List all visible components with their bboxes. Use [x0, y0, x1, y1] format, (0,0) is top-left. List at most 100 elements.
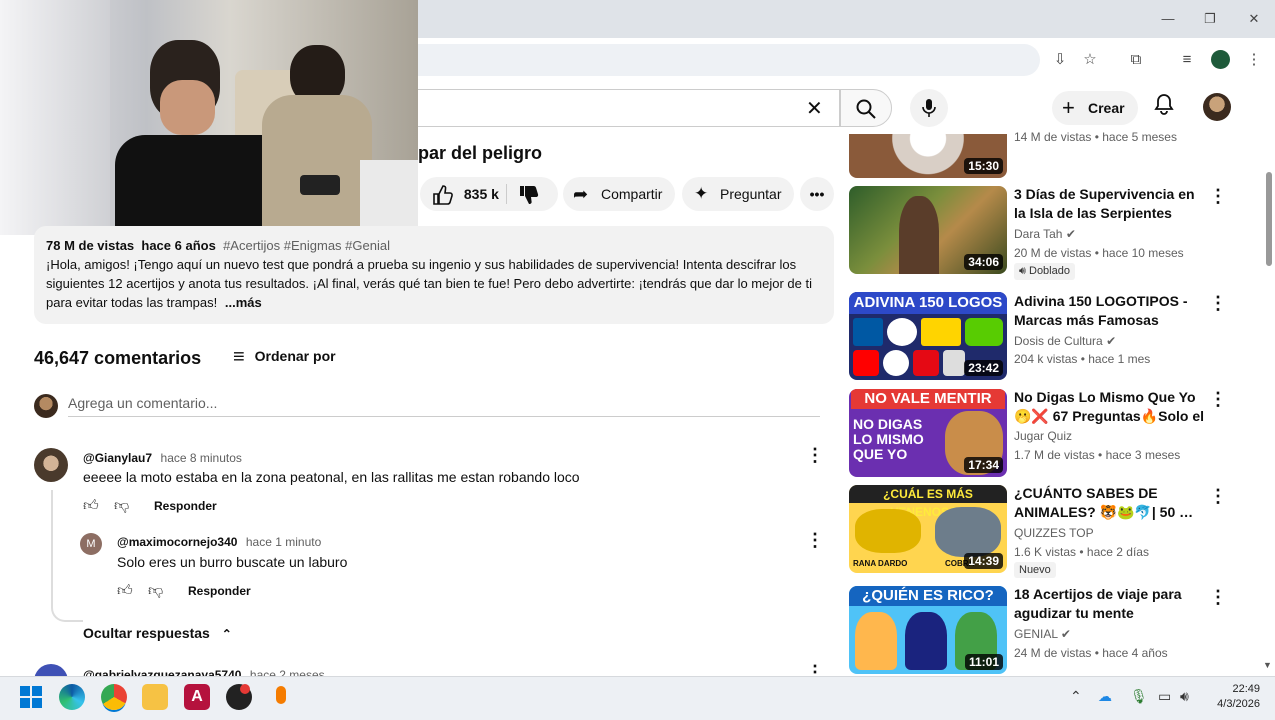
microphone-app-icon[interactable] — [268, 684, 294, 710]
related-thumbnail[interactable]: 15:30 — [849, 134, 1007, 178]
comment-author[interactable]: @Gianylau7 — [83, 451, 152, 465]
comment-menu-icon[interactable]: ⋮ — [805, 662, 825, 676]
related-menu-icon[interactable]: ⋮ — [1208, 389, 1228, 410]
related-thumbnail[interactable]: ¿QUIÉN ES RICO? 11:01 — [849, 586, 1007, 674]
related-thumbnail[interactable]: NO VALE MENTIR NO DIGAS LO MISMO QUE YO … — [849, 389, 1007, 477]
extensions-icon[interactable]: ⧉ — [1124, 48, 1148, 72]
related-thumbnail[interactable]: 34:06 — [849, 186, 1007, 274]
network-icon[interactable]: ▭ — [1158, 688, 1171, 705]
related-menu-icon[interactable]: ⋮ — [1208, 293, 1228, 314]
comment-header: @gabrielvazquezanaya5740 hace 2 meses — [83, 668, 325, 676]
file-explorer-icon[interactable] — [142, 684, 168, 710]
related-title[interactable]: No Digas Lo Mismo Que Yo 🫢❌ 67 Preguntas… — [1014, 388, 1204, 426]
close-icon[interactable]: ✕ — [1242, 8, 1266, 30]
scrollbar-thumb[interactable] — [1266, 172, 1272, 266]
video-duration: 11:01 — [964, 654, 1003, 670]
comment-header: @Gianylau7 hace 8 minutos — [83, 449, 242, 467]
minimize-icon[interactable]: — — [1156, 8, 1180, 30]
system-clock[interactable]: 22:49 4/3/2026 — [1200, 682, 1260, 712]
bookmark-star-icon[interactable]: ☆ — [1078, 48, 1102, 72]
app-a-icon[interactable]: A — [184, 684, 210, 710]
search-button[interactable] — [840, 89, 892, 127]
verified-icon: ✔ — [1065, 227, 1076, 241]
edge-icon[interactable] — [59, 684, 85, 710]
related-title[interactable]: 3 Días de Supervivencia en la Isla de la… — [1014, 185, 1204, 223]
notifications-bell-icon[interactable] — [1150, 93, 1178, 121]
video-title: par del peligro — [418, 143, 543, 163]
chrome-icon[interactable] — [101, 684, 127, 710]
view-count: 78 M de vistas — [46, 238, 135, 253]
voice-search-button[interactable] — [910, 89, 948, 127]
related-title[interactable]: 18 Acertijos de viaje para agudizar tu m… — [1014, 585, 1204, 623]
media-control-icon[interactable]: ≡ — [1175, 48, 1199, 72]
mic-tray-icon[interactable]: 🎙︎ — [1130, 688, 1148, 705]
show-hidden-icons-icon[interactable]: ⌃ — [1070, 688, 1082, 705]
related-title[interactable]: Adivina 150 LOGOTIPOS - Marcas más Famos… — [1014, 292, 1204, 330]
video-duration: 23:42 — [964, 360, 1003, 376]
scroll-down-arrow-icon[interactable]: ▼ — [1263, 660, 1272, 670]
notification-dot — [240, 684, 250, 694]
related-thumbnail[interactable]: ¿CUÁL ES MÁS VENENOSO? RANA DARDO COBRA … — [849, 485, 1007, 573]
like-button[interactable]: 835 k — [432, 177, 499, 211]
related-meta: 24 M de vistas • hace 4 años — [1014, 646, 1168, 660]
chevron-up-icon: ⌃ — [221, 627, 232, 641]
commenter-avatar[interactable] — [34, 448, 68, 482]
comment-dislike-icon[interactable]: 👎︎ — [114, 497, 129, 515]
related-meta: 20 M de vistas • hace 10 meses — [1014, 246, 1184, 260]
start-menu-icon[interactable] — [18, 684, 44, 710]
reply-text: Solo eres un burro buscate un laburo — [117, 554, 348, 570]
reply-like-icon[interactable]: 👍︎ — [117, 582, 133, 600]
browser-menu-icon[interactable]: ⋮ — [1242, 48, 1266, 72]
related-channel[interactable]: QUIZZES TOP — [1014, 526, 1094, 540]
restore-icon[interactable]: ❐ — [1198, 8, 1222, 30]
comment-like-icon[interactable]: 👍︎ — [83, 497, 99, 515]
clear-search-icon[interactable]: ✕ — [806, 96, 823, 121]
upload-age: hace 6 años — [141, 238, 216, 253]
reply-button[interactable]: Responder — [154, 499, 217, 513]
verified-icon: ✔ — [1106, 334, 1117, 348]
hide-replies-button[interactable]: Ocultar respuestas ⌃ — [83, 625, 232, 641]
search-icon — [856, 99, 876, 119]
related-channel[interactable]: Dosis de Cultura ✔ — [1014, 334, 1116, 348]
related-title[interactable]: ¿CUÁNTO SABES DE ANIMALES? 🐯🐸🐬| 50 … — [1014, 484, 1204, 522]
sort-comments-button[interactable]: ≡ Ordenar por — [233, 346, 336, 367]
account-avatar[interactable] — [1203, 93, 1231, 121]
related-menu-icon[interactable]: ⋮ — [1208, 587, 1228, 608]
new-badge: Nuevo — [1014, 562, 1056, 578]
comment-time[interactable]: hace 8 minutos — [161, 451, 242, 465]
ask-button[interactable]: ✦ Preguntar — [682, 177, 794, 211]
related-meta: 14 M de vistas • hace 5 meses — [1014, 130, 1177, 144]
thumbs-up-icon — [433, 185, 453, 206]
reply-avatar[interactable]: M — [80, 533, 102, 555]
related-thumbnail[interactable]: ADIVINA 150 LOGOS 23:42 — [849, 292, 1007, 380]
related-menu-icon[interactable]: ⋮ — [1208, 186, 1228, 207]
microphone-icon — [922, 98, 936, 117]
related-channel[interactable]: GENIAL ✔ — [1014, 627, 1071, 641]
create-button[interactable]: + Crear — [1052, 91, 1138, 125]
hashtags[interactable]: #Acertijos #Enigmas #Genial — [223, 238, 390, 253]
video-duration: 15:30 — [964, 158, 1003, 174]
share-button[interactable]: ➦ Compartir — [563, 177, 675, 211]
add-comment-input[interactable]: Agrega un comentario... — [68, 395, 820, 417]
like-dislike-pill: 835 k — [420, 177, 558, 211]
sparkle-icon: ✦ — [694, 184, 709, 203]
related-menu-icon[interactable]: ⋮ — [1208, 486, 1228, 507]
video-description[interactable]: 78 M de vistas hace 6 años #Acertijos #E… — [34, 226, 834, 324]
install-app-icon[interactable]: ⇩ — [1048, 48, 1072, 72]
profile-avatar[interactable] — [1211, 50, 1230, 69]
onedrive-icon[interactable]: ☁ — [1098, 688, 1112, 705]
video-duration: 34:06 — [964, 254, 1003, 270]
related-channel[interactable]: Dara Tah ✔ — [1014, 227, 1076, 241]
reply-author[interactable]: @maximocornejo340 — [117, 535, 237, 549]
video-duration: 17:34 — [964, 457, 1003, 473]
reply-reply-button[interactable]: Responder — [188, 584, 251, 598]
reply-time[interactable]: hace 1 minuto — [246, 535, 321, 549]
dislike-button[interactable] — [518, 177, 540, 211]
volume-icon[interactable]: 🔊︎ — [1180, 688, 1189, 705]
more-actions-button[interactable]: ••• — [800, 177, 834, 211]
related-channel[interactable]: Jugar Quiz — [1014, 429, 1072, 443]
reply-dislike-icon[interactable]: 👎︎ — [148, 582, 163, 600]
show-more-link[interactable]: ...más — [225, 295, 262, 310]
reply-menu-icon[interactable]: ⋮ — [805, 530, 825, 551]
comment-menu-icon[interactable]: ⋮ — [805, 445, 825, 466]
